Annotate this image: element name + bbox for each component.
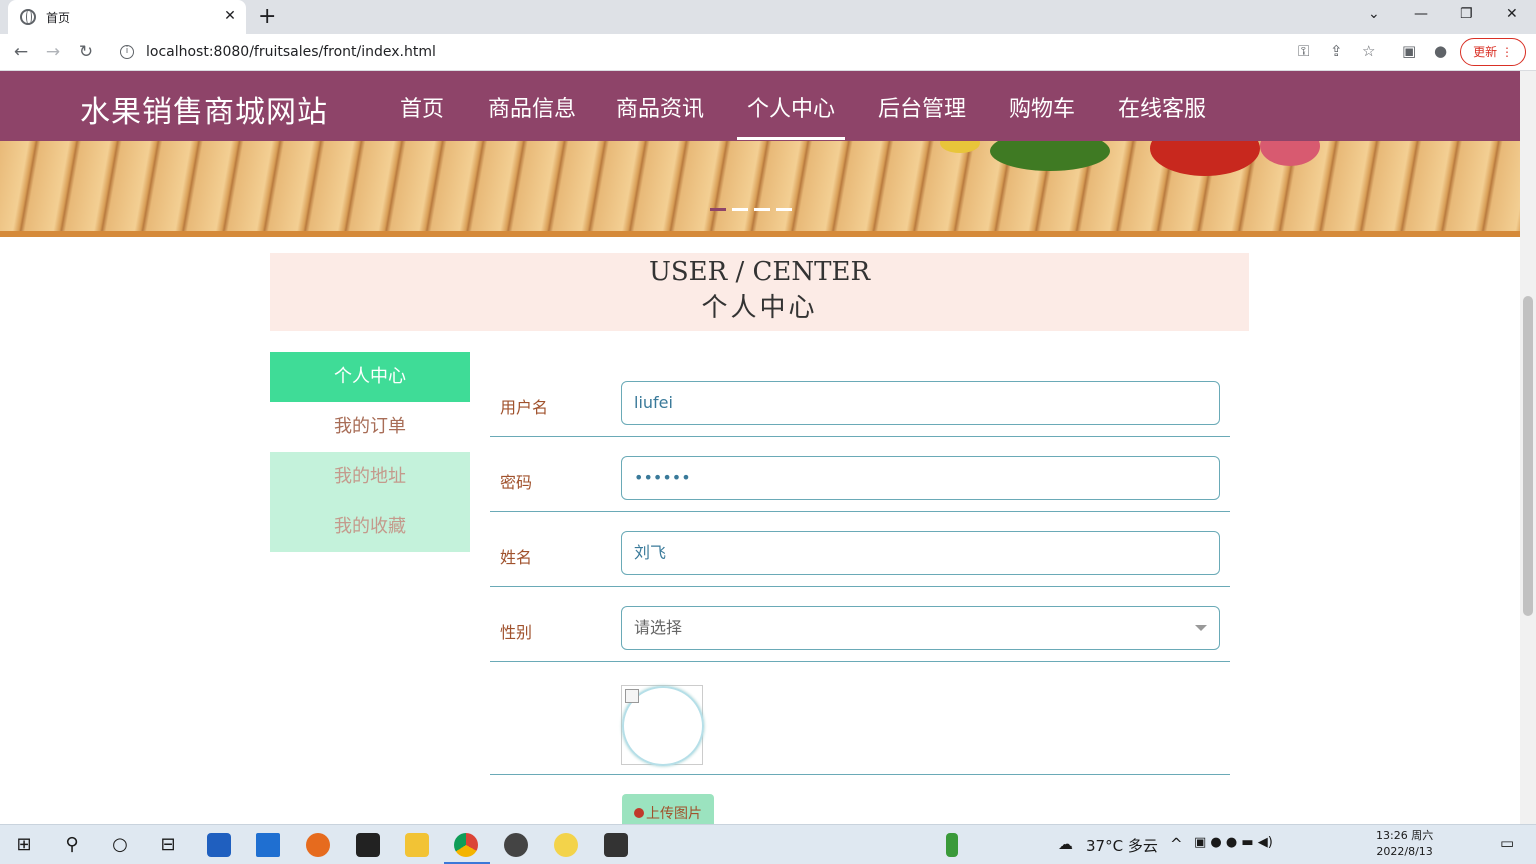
form-row-username: 用户名 liufei bbox=[490, 371, 1230, 437]
new-tab-button[interactable]: + bbox=[258, 5, 276, 29]
username-input[interactable]: liufei bbox=[621, 381, 1220, 425]
page-scrollbar[interactable] bbox=[1520, 71, 1536, 824]
site-navbar: 水果销售商城网站 首页 商品信息 商品资讯 个人中心 后台管理 购物车 在线客服 bbox=[0, 71, 1520, 141]
name-input[interactable]: 刘飞 bbox=[621, 531, 1220, 575]
password-label: 密码 bbox=[500, 473, 533, 492]
mail-app-icon[interactable] bbox=[256, 833, 280, 857]
user-sidebar: 个人中心 我的订单 我的地址 我的收藏 bbox=[270, 352, 470, 552]
banner-fruit bbox=[940, 141, 980, 153]
banner-onion bbox=[1260, 141, 1320, 166]
profile-icon[interactable]: ● bbox=[1434, 42, 1447, 60]
tray-icons[interactable]: ▣ ● ● ▬ ◀) bbox=[1194, 835, 1273, 850]
password-input[interactable]: •••••• bbox=[621, 456, 1220, 500]
address-toolbar: ← → ↻ i localhost:8080/fruitsales/front/… bbox=[0, 34, 1536, 71]
clock-time: 13:26 周六 bbox=[1376, 829, 1434, 842]
update-label: 更新 bbox=[1473, 45, 1498, 59]
gender-select[interactable]: 请选择 bbox=[621, 606, 1220, 650]
clock-date: 2022/8/13 bbox=[1376, 845, 1433, 858]
avatar-preview bbox=[621, 685, 704, 766]
carousel-dot[interactable] bbox=[776, 208, 792, 211]
section-title-en: USER / CENTER bbox=[648, 257, 871, 287]
back-icon[interactable]: ← bbox=[10, 42, 32, 62]
form-row-password: 密码 •••••• bbox=[490, 446, 1230, 512]
firefox-app-icon[interactable] bbox=[306, 833, 330, 857]
section-header: USER / CENTER 个人中心 bbox=[270, 253, 1249, 331]
chevron-down-icon bbox=[1195, 625, 1207, 631]
forward-icon[interactable]: → bbox=[42, 42, 64, 62]
sidebar-item-user-center[interactable]: 个人中心 bbox=[270, 352, 470, 402]
user-app-icon[interactable] bbox=[504, 833, 528, 857]
globe-icon bbox=[20, 9, 36, 25]
site-info-icon[interactable]: i bbox=[120, 45, 134, 59]
tray-chevron-icon[interactable]: ^ bbox=[1170, 835, 1183, 853]
url-text: localhost:8080/fruitsales/front/index.ht… bbox=[146, 44, 436, 60]
browser-tab[interactable]: 首页 ✕ bbox=[8, 0, 246, 34]
chrome-app-icon[interactable] bbox=[454, 833, 478, 857]
minimize-button[interactable]: — bbox=[1414, 6, 1428, 22]
carousel-dot[interactable] bbox=[754, 208, 770, 211]
gender-label: 性别 bbox=[500, 623, 533, 642]
taskbar-clock[interactable]: 13:26 周六 2022/8/13 bbox=[1376, 828, 1433, 860]
nav-home[interactable]: 首页 bbox=[400, 91, 444, 123]
weather-icon[interactable]: ☁ bbox=[1058, 835, 1073, 853]
broken-image-icon bbox=[625, 689, 639, 703]
gender-placeholder: 请选择 bbox=[634, 618, 683, 637]
reload-icon[interactable]: ↻ bbox=[75, 42, 97, 62]
file-explorer-icon[interactable] bbox=[405, 833, 429, 857]
note-app-icon[interactable] bbox=[554, 833, 578, 857]
battery-tray-icon[interactable] bbox=[946, 833, 958, 857]
nav-products[interactable]: 商品信息 bbox=[488, 91, 576, 123]
intellij-app-icon[interactable] bbox=[356, 833, 380, 857]
nav-user-center[interactable]: 个人中心 bbox=[736, 91, 846, 140]
banner-tomato bbox=[1150, 141, 1260, 176]
star-icon[interactable]: ☆ bbox=[1362, 42, 1375, 60]
form-row-name: 姓名 刘飞 bbox=[490, 521, 1230, 587]
sidebar-item-address[interactable]: 我的地址 bbox=[270, 452, 470, 502]
nav-news[interactable]: 商品资讯 bbox=[616, 91, 704, 123]
weather-text[interactable]: 37°C 多云 bbox=[1086, 835, 1158, 856]
upload-label: 上传图片 bbox=[646, 806, 702, 822]
nav-cart[interactable]: 购物车 bbox=[1009, 91, 1075, 123]
form-row-gender: 性别 请选择 bbox=[490, 596, 1230, 662]
section-title-cn: 个人中心 bbox=[701, 293, 818, 323]
nav-support[interactable]: 在线客服 bbox=[1118, 91, 1206, 123]
cortana-icon[interactable]: ○ bbox=[108, 833, 132, 857]
tab-title: 首页 bbox=[46, 10, 71, 25]
store-app-icon[interactable] bbox=[207, 833, 231, 857]
update-button[interactable]: 更新 ⋮ bbox=[1460, 38, 1526, 66]
form-row-avatar bbox=[490, 663, 1230, 775]
banner-vegetable bbox=[990, 141, 1110, 171]
name-label: 姓名 bbox=[500, 548, 533, 567]
hero-banner bbox=[0, 141, 1520, 237]
scrollbar-thumb[interactable] bbox=[1523, 296, 1533, 616]
share-icon[interactable]: ⇪ bbox=[1330, 42, 1343, 60]
upload-image-button[interactable]: 上传图片 bbox=[622, 794, 714, 824]
key-icon[interactable]: ⚿ bbox=[1298, 42, 1309, 60]
restore-button[interactable]: ❐ bbox=[1460, 6, 1473, 22]
page-viewport: 水果销售商城网站 首页 商品信息 商品资讯 个人中心 后台管理 购物车 在线客服… bbox=[0, 71, 1520, 824]
tab-search-icon[interactable]: ⌄ bbox=[1368, 6, 1380, 22]
nav-admin[interactable]: 后台管理 bbox=[878, 91, 966, 123]
upload-icon bbox=[634, 808, 644, 818]
carousel-dot[interactable] bbox=[710, 208, 726, 211]
close-tab-icon[interactable]: ✕ bbox=[222, 8, 238, 24]
windows-taskbar: ⊞ ⚲ ○ ⊟ ☁ 37°C 多云 ^ ▣ ● ● ▬ ◀) 13:26 周六 … bbox=[0, 824, 1536, 864]
close-window-button[interactable]: ✕ bbox=[1506, 6, 1518, 22]
search-icon[interactable]: ⚲ bbox=[60, 833, 84, 857]
task-view-icon[interactable]: ⊟ bbox=[156, 833, 180, 857]
site-brand[interactable]: 水果销售商城网站 bbox=[80, 87, 328, 131]
username-label: 用户名 bbox=[500, 398, 549, 417]
tool-app-icon[interactable] bbox=[604, 833, 628, 857]
carousel-dot[interactable] bbox=[732, 208, 748, 211]
windows-start-icon[interactable]: ⊞ bbox=[12, 833, 36, 857]
side-panel-icon[interactable]: ▣ bbox=[1402, 42, 1416, 60]
sidebar-item-orders[interactable]: 我的订单 bbox=[270, 402, 470, 452]
browser-tab-strip: 首页 ✕ + ⌄ — ❐ ✕ bbox=[0, 0, 1536, 34]
notification-icon[interactable]: ▭ bbox=[1500, 834, 1514, 852]
url-field[interactable]: i localhost:8080/fruitsales/front/index.… bbox=[110, 37, 1330, 67]
carousel-indicators bbox=[710, 208, 792, 211]
sidebar-item-favorites[interactable]: 我的收藏 bbox=[270, 502, 470, 552]
